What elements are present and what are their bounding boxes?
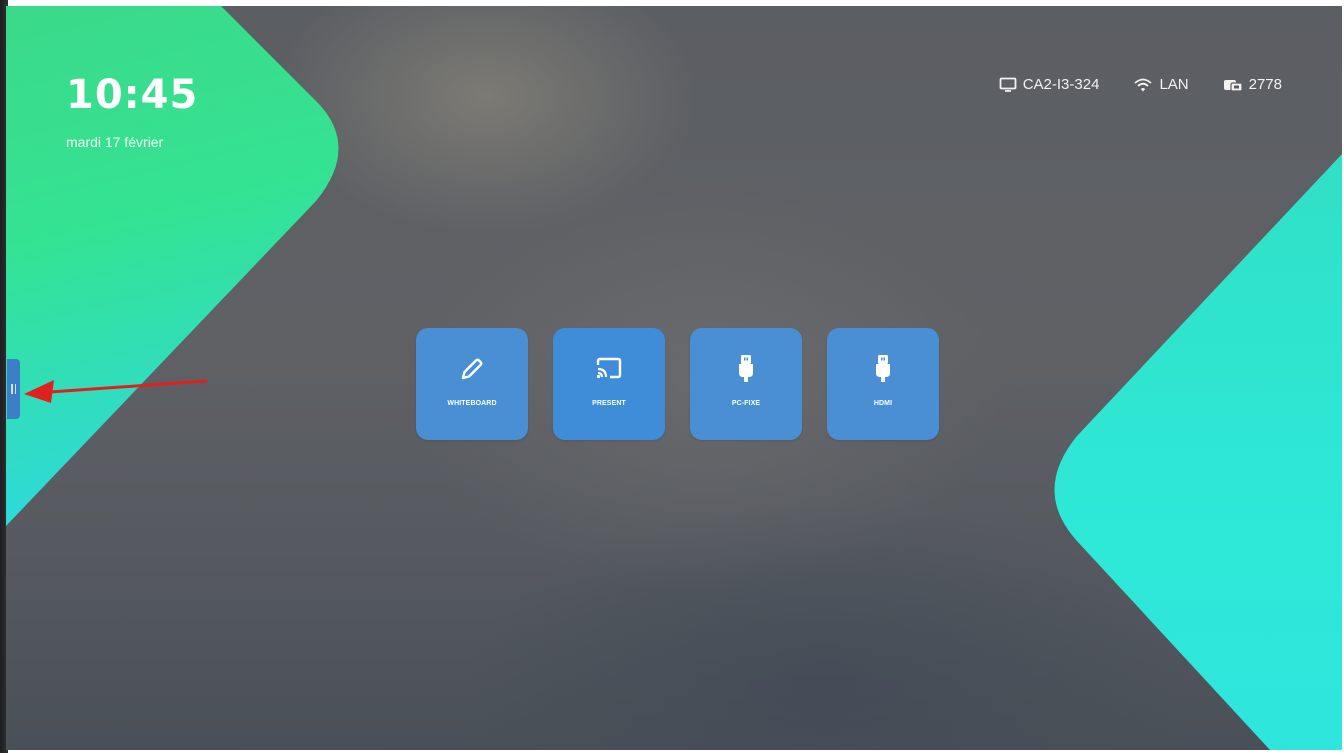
- hdmi-plug-icon: [739, 355, 753, 382]
- hdmi-plug-icon: [876, 355, 890, 382]
- pencil-icon: [461, 358, 483, 380]
- wifi-icon: [1134, 78, 1153, 91]
- drag-handle-icon: [10, 384, 17, 394]
- decor-shape-right: [1054, 154, 1342, 750]
- pc-fixe-tile[interactable]: PC-FIXE: [690, 328, 802, 440]
- clock-time: 10:45: [66, 72, 199, 118]
- hdmi-tile[interactable]: HDMI: [827, 328, 939, 440]
- hdmi-label: HDMI: [873, 400, 893, 407]
- status-bar: CA2-I3-324 LAN 2778: [999, 76, 1282, 93]
- screen-cast-icon: [596, 357, 622, 379]
- present-label: PRESENT: [592, 400, 626, 407]
- red-arrow-icon: [24, 379, 208, 403]
- clock-date: mardi 17 février: [66, 134, 164, 150]
- present-tile[interactable]: PRESENT: [553, 328, 665, 440]
- pc-fixe-label: PC-FIXE: [731, 400, 761, 407]
- device-name-label: CA2-I3-324: [1022, 76, 1100, 93]
- whiteboard-label: WHITEBOARD: [447, 400, 497, 407]
- monitor-icon: [999, 77, 1017, 92]
- whiteboard-tile[interactable]: WHITEBOARD: [416, 328, 528, 440]
- source-tiles: WHITEBOARD PRESENT PC-FIXE HDMI: [416, 328, 939, 440]
- network-status: LAN: [1133, 76, 1189, 93]
- cast-code-icon: [1223, 79, 1243, 92]
- device-name: CA2-I3-324: [999, 76, 1100, 93]
- side-toolbar-handle[interactable]: [7, 359, 20, 419]
- cast-code: 2778: [1223, 76, 1282, 93]
- cast-code-label: 2778: [1248, 76, 1282, 93]
- network-label: LAN: [1159, 76, 1189, 93]
